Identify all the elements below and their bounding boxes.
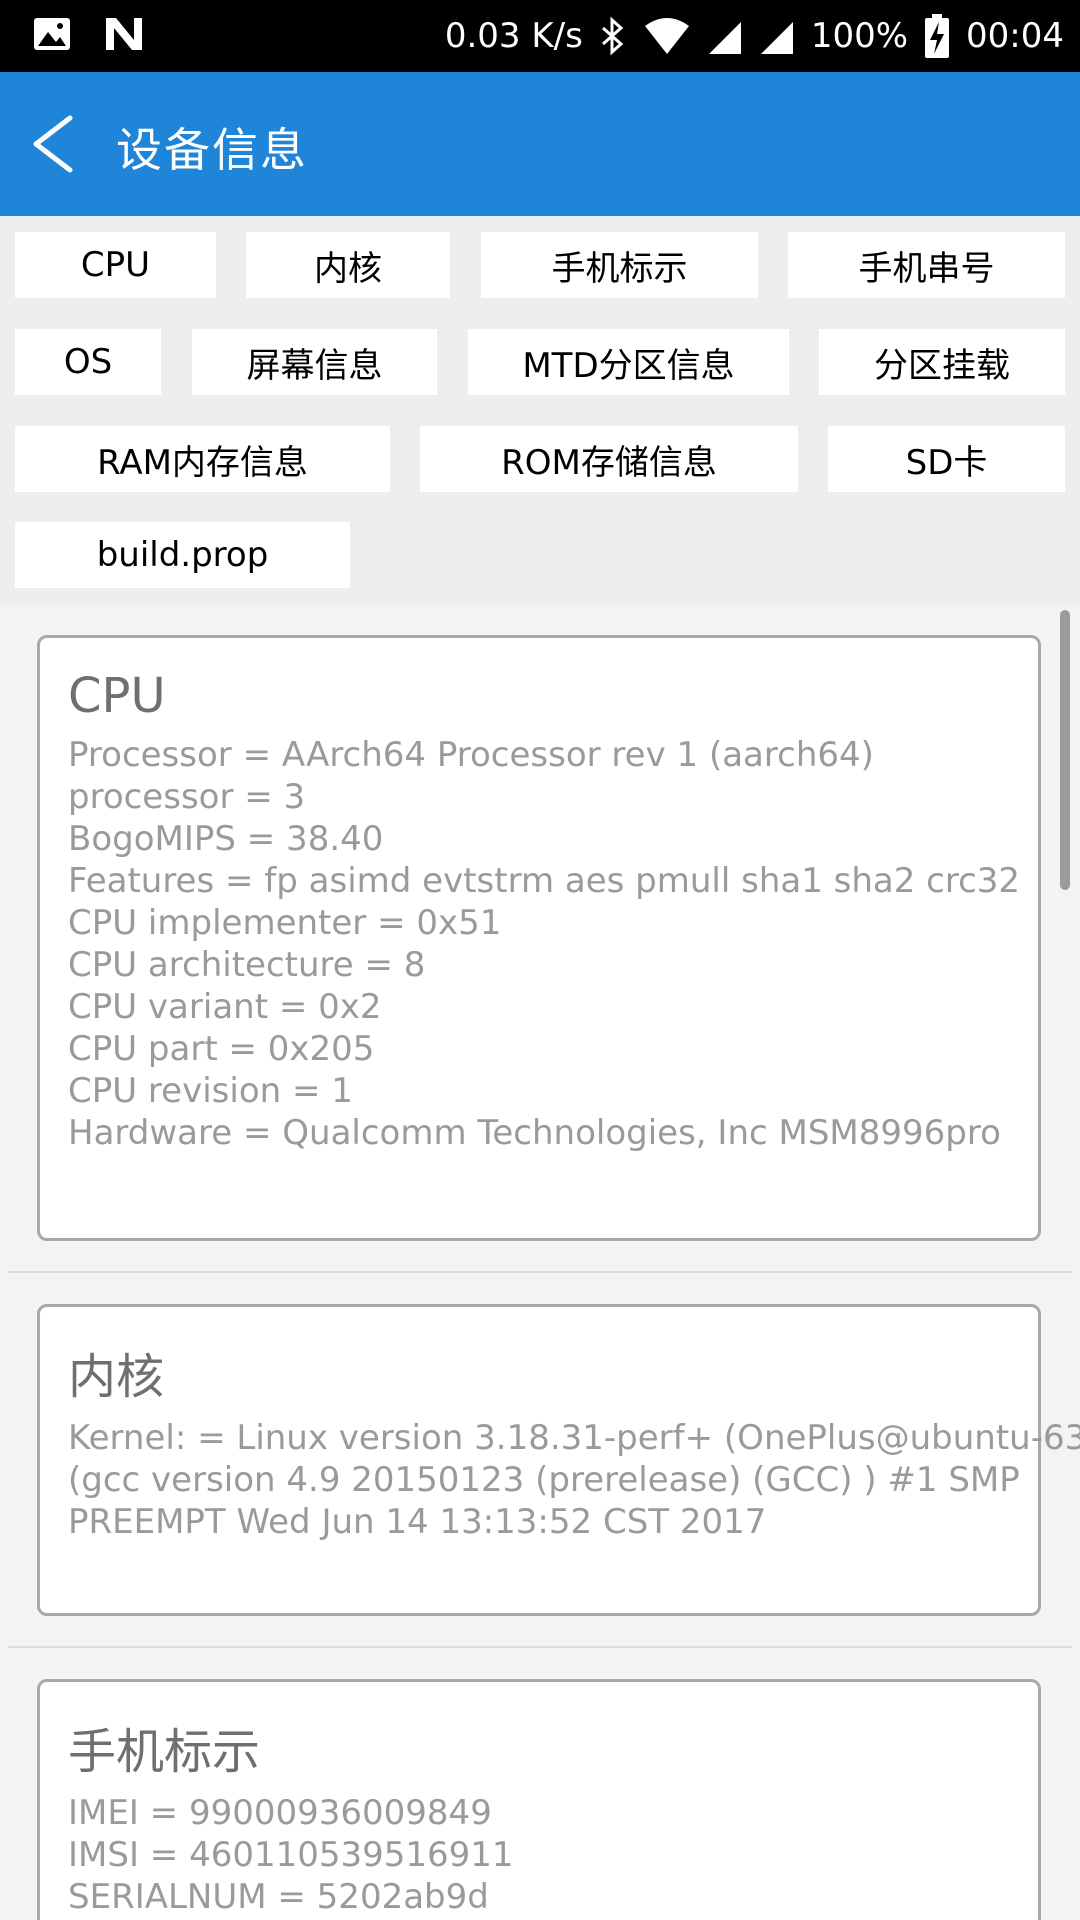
info-line: PREEMPT Wed Jun 14 13:13:52 CST 2017 — [68, 1502, 767, 1542]
info-line: IMSI = 460110539516911 — [68, 1835, 514, 1875]
tab-kernel[interactable]: 内核 — [246, 232, 450, 298]
app-bar: 设备信息 — [0, 72, 1080, 216]
chevron-left-icon — [33, 115, 73, 173]
n-icon — [106, 18, 142, 50]
info-scroll-area[interactable]: CPU Processor = AArch64 Processor rev 1 … — [0, 604, 1080, 1920]
image-icon — [34, 18, 70, 50]
card-title: 内核 — [68, 1349, 165, 1405]
page-title: 设备信息 — [116, 123, 308, 177]
kernel-card: 内核 Kernel: = Linux version 3.18.31-perf+… — [37, 1304, 1080, 1616]
network-speed: 0.03 K/s — [444, 16, 583, 56]
card-title: CPU — [68, 668, 166, 724]
scrollbar-thumb[interactable] — [1060, 610, 1070, 890]
info-line: CPU revision = 1 — [68, 1071, 353, 1111]
status-right: 0.03 K/s 100% 00:04 — [445, 0, 1064, 72]
info-line: Hardware = Qualcomm Technologies, Inc MS… — [68, 1113, 1001, 1153]
bluetooth-icon — [601, 16, 624, 56]
clock: 00:04 — [966, 16, 1064, 56]
tab-screen-info[interactable]: 屏幕信息 — [192, 329, 437, 395]
tab-build-prop[interactable]: build.prop — [15, 522, 350, 588]
card-title: 手机标示 — [68, 1724, 261, 1780]
battery-charging-icon — [925, 14, 950, 58]
category-button-grid: CPU 内核 手机标示 手机串号 OS 屏幕信息 MTD分区信息 分区挂载 RA… — [0, 216, 1080, 604]
tab-rom-info[interactable]: ROM存储信息 — [420, 426, 798, 492]
phone-identity-card: 手机标示 IMEI = 99000936009849 IMSI = 460110… — [37, 1679, 1041, 1920]
tab-ram-info[interactable]: RAM内存信息 — [15, 426, 390, 492]
info-line: Kernel: = Linux version 3.18.31-perf+ (O… — [68, 1418, 1080, 1458]
info-line: CPU part = 0x205 — [68, 1029, 375, 1069]
info-line: SERIALNUM = 5202ab9d — [68, 1877, 489, 1917]
status-bar: 0.03 K/s 100% 00:04 — [0, 0, 1080, 72]
divider — [8, 1271, 1072, 1273]
divider — [8, 1646, 1072, 1648]
info-line: IMEI = 99000936009849 — [68, 1793, 492, 1833]
tab-phone-serial[interactable]: 手机串号 — [788, 232, 1065, 298]
signal-icon — [760, 22, 793, 54]
info-line: processor = 3 — [68, 777, 306, 817]
info-line: BogoMIPS = 38.40 — [68, 819, 384, 859]
info-line: Processor = AArch64 Processor rev 1 (aar… — [68, 735, 874, 775]
wifi-icon — [644, 18, 689, 54]
info-line: CPU variant = 0x2 — [68, 987, 382, 1027]
info-line: Features = fp asimd evtstrm aes pmull sh… — [68, 861, 1021, 901]
cpu-card: CPU Processor = AArch64 Processor rev 1 … — [37, 635, 1041, 1241]
tab-phone-identity[interactable]: 手机标示 — [481, 232, 758, 298]
signal-icon — [708, 22, 741, 54]
tab-os[interactable]: OS — [15, 329, 161, 395]
status-left-icons — [32, 14, 146, 54]
battery-percent: 100% — [810, 16, 909, 56]
tab-sd-card[interactable]: SD卡 — [828, 426, 1065, 492]
info-line: CPU implementer = 0x51 — [68, 903, 502, 943]
info-line: (gcc version 4.9 20150123 (prerelease) (… — [68, 1460, 1020, 1500]
tab-partition-mount[interactable]: 分区挂载 — [819, 329, 1065, 395]
back-button[interactable] — [26, 106, 102, 182]
tab-cpu[interactable]: CPU — [15, 232, 216, 298]
tab-mtd-partition[interactable]: MTD分区信息 — [468, 329, 789, 395]
info-line: CPU architecture = 8 — [68, 945, 426, 985]
